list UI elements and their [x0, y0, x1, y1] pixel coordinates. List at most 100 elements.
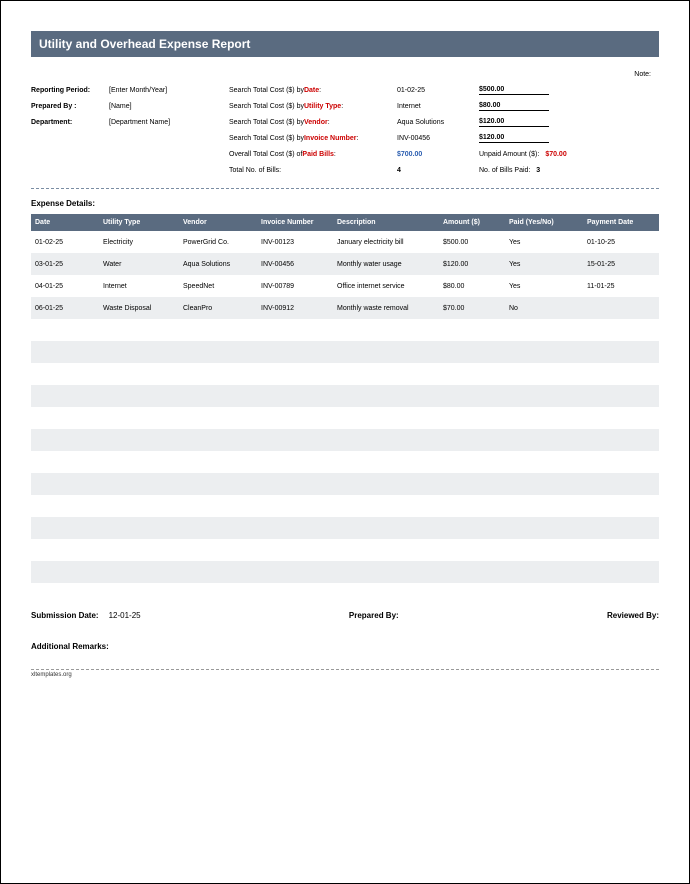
table-cell: No [505, 297, 583, 319]
table-cell [333, 539, 439, 561]
expense-details-heading: Expense Details: [31, 199, 659, 208]
table-cell [505, 495, 583, 517]
table-cell [179, 495, 257, 517]
table-cell: Yes [505, 253, 583, 275]
search-label: Search Total Cost ($) by Date: [229, 82, 397, 98]
table-cell [583, 451, 659, 473]
reviewed-by-label: Reviewed By: [607, 611, 659, 620]
table-cell [179, 473, 257, 495]
table-cell [583, 517, 659, 539]
table-cell: SpeedNet [179, 275, 257, 297]
table-cell [179, 539, 257, 561]
table-cell [333, 561, 439, 583]
search-result: $120.00 [479, 114, 659, 130]
table-row [31, 495, 659, 517]
table-cell [31, 473, 99, 495]
table-cell: INV-00912 [257, 297, 333, 319]
table-cell [505, 319, 583, 341]
table-row [31, 363, 659, 385]
table-cell [439, 363, 505, 385]
table-cell [257, 341, 333, 363]
table-cell [31, 407, 99, 429]
table-cell: Yes [505, 275, 583, 297]
table-cell: $500.00 [439, 231, 505, 253]
table-cell [505, 407, 583, 429]
table-cell [99, 385, 179, 407]
table-cell: 01-02-25 [31, 231, 99, 253]
table-cell: Monthly water usage [333, 253, 439, 275]
table-row [31, 539, 659, 561]
footer-divider [31, 669, 659, 670]
search-label: Total No. of Bills: [229, 162, 397, 178]
meta-value: [Name] [109, 98, 229, 114]
search-label: Search Total Cost ($) by Vendor: [229, 114, 397, 130]
table-cell: 06-01-25 [31, 297, 99, 319]
note-label: Note: [31, 71, 659, 78]
table-cell [257, 451, 333, 473]
meta-label: Department: [31, 114, 109, 130]
table-cell [583, 319, 659, 341]
table-cell [505, 473, 583, 495]
table-cell [99, 363, 179, 385]
search-label: Search Total Cost ($) by Utility Type: [229, 98, 397, 114]
expense-table: DateUtility TypeVendorInvoice NumberDesc… [31, 214, 659, 583]
table-row [31, 561, 659, 583]
table-cell [179, 561, 257, 583]
search-value: Aqua Solutions [397, 114, 479, 130]
meta-label: Reporting Period: [31, 82, 109, 98]
table-cell [333, 473, 439, 495]
table-cell [257, 473, 333, 495]
table-cell [257, 429, 333, 451]
table-cell [257, 561, 333, 583]
table-cell: 11-01-25 [583, 275, 659, 297]
table-cell [257, 407, 333, 429]
meta-value: [Department Name] [109, 114, 229, 130]
additional-remarks-label: Additional Remarks: [31, 642, 659, 651]
table-cell [505, 341, 583, 363]
table-cell [99, 561, 179, 583]
table-cell [99, 451, 179, 473]
table-cell: INV-00456 [257, 253, 333, 275]
table-cell [439, 451, 505, 473]
table-cell [439, 385, 505, 407]
table-cell: Electricity [99, 231, 179, 253]
table-cell [99, 473, 179, 495]
table-cell [439, 561, 505, 583]
column-header: Invoice Number [257, 214, 333, 231]
table-cell: INV-00789 [257, 275, 333, 297]
table-row [31, 473, 659, 495]
column-header: Amount ($) [439, 214, 505, 231]
column-header: Utility Type [99, 214, 179, 231]
table-cell: Yes [505, 231, 583, 253]
search-value: 01-02-25 [397, 82, 479, 98]
table-cell [31, 495, 99, 517]
table-cell [257, 385, 333, 407]
table-cell [333, 495, 439, 517]
search-result: $120.00 [479, 130, 659, 146]
divider [31, 188, 659, 189]
table-cell [99, 319, 179, 341]
table-cell [505, 451, 583, 473]
table-cell: $120.00 [439, 253, 505, 275]
table-cell [583, 539, 659, 561]
table-cell [439, 407, 505, 429]
search-value: Internet [397, 98, 479, 114]
table-row: 04-01-25InternetSpeedNetINV-00789Office … [31, 275, 659, 297]
table-cell [505, 429, 583, 451]
table-cell [179, 517, 257, 539]
prepared-by-label: Prepared By: [349, 611, 399, 620]
search-result: Unpaid Amount ($):$70.00 [479, 146, 659, 162]
table-cell [583, 297, 659, 319]
report-title: Utility and Overhead Expense Report [31, 31, 659, 57]
table-cell [257, 539, 333, 561]
table-cell [31, 561, 99, 583]
table-cell: 15-01-25 [583, 253, 659, 275]
table-cell [333, 451, 439, 473]
column-header: Description [333, 214, 439, 231]
table-cell [257, 517, 333, 539]
table-row [31, 407, 659, 429]
table-cell [31, 451, 99, 473]
search-result: $80.00 [479, 98, 659, 114]
table-cell [99, 517, 179, 539]
table-cell [439, 429, 505, 451]
